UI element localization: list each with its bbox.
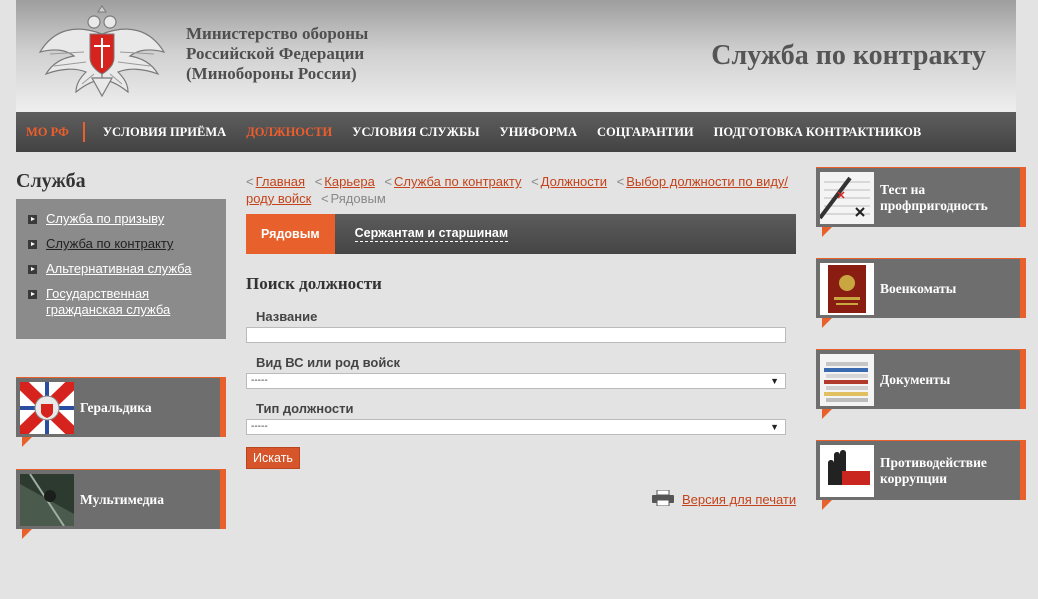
- ministry-line-2: Российской Федерации: [186, 44, 365, 63]
- tab-sergeants[interactable]: Сержантам и старшинам: [335, 214, 509, 254]
- nav-mo-rf[interactable]: МО РФ: [26, 125, 69, 140]
- search-button[interactable]: Искать: [246, 447, 300, 469]
- print-link[interactable]: Версия для печати: [682, 492, 796, 507]
- dropdown-arrow-icon: ▼: [770, 422, 779, 432]
- ministry-name: Министерство обороны Российской Федераци…: [186, 24, 368, 84]
- dropdown-arrow-icon: ▼: [770, 376, 779, 386]
- tile-multimedia-label: Мультимедиа: [80, 491, 164, 507]
- nav-training[interactable]: ПОДГОТОВКА КОНТРАКТНИКОВ: [714, 125, 922, 140]
- sidebar-link-conscription[interactable]: Служба по призыву: [46, 211, 164, 227]
- nav-social-guarantees[interactable]: СОЦГАРАНТИИ: [597, 125, 694, 140]
- tile-documents-label: Документы: [880, 371, 951, 387]
- tile-multimedia[interactable]: Мультимедиа: [16, 469, 226, 539]
- breadcrumb-positions[interactable]: Должности: [541, 174, 607, 189]
- breadcrumb-separator: <: [616, 174, 625, 189]
- type-label: Тип должности: [256, 401, 354, 416]
- tile-tail: [822, 227, 832, 237]
- emblem-icon[interactable]: [36, 4, 168, 98]
- tile-heraldry[interactable]: Геральдика: [16, 377, 226, 447]
- nav-conditions-admission[interactable]: УСЛОВИЯ ПРИЁМА: [103, 125, 226, 140]
- tile-tail: [822, 500, 832, 510]
- breadcrumb-separator: <: [531, 174, 539, 189]
- type-select-value: -----: [251, 421, 268, 432]
- print-version: Версия для печати: [652, 489, 796, 509]
- branch-select[interactable]: ----- ▼: [246, 373, 786, 389]
- sidebar-menu: Служба по призыву Служба по контракту Ал…: [16, 199, 226, 339]
- heraldry-flag-icon: [20, 382, 74, 434]
- tile-anticorruption-label: Противодействие коррупции: [880, 454, 987, 486]
- military-id-icon: [820, 263, 874, 315]
- breadcrumb: < Главная < Карьера < Служба по контракту <…: [246, 173, 796, 207]
- breadcrumb-separator: <: [320, 191, 329, 206]
- sidebar-link-alternative[interactable]: Альтернативная служба: [46, 261, 192, 277]
- rank-tabs: Рядовым Сержантам и старшинам: [246, 214, 796, 254]
- documents-stack-icon: [820, 354, 874, 406]
- ministry-line-1: Министерство обороны: [186, 24, 369, 43]
- sidebar-link-contract[interactable]: Служба по контракту: [46, 236, 173, 252]
- sidebar-item-contract: Служба по контракту: [28, 236, 226, 252]
- multimedia-photo-icon: [20, 474, 74, 526]
- tile-tail: [822, 318, 832, 328]
- branch-select-value: -----: [251, 375, 268, 386]
- arrow-right-icon: [28, 215, 37, 224]
- nav-service-conditions[interactable]: УСЛОВИЯ СЛУЖБЫ: [352, 125, 479, 140]
- sidebar-item-conscription: Служба по призыву: [28, 211, 226, 227]
- sidebar-item-alternative: Альтернативная служба: [28, 261, 226, 277]
- tile-fitness-test-label: Тест на профпригодность: [880, 181, 988, 213]
- sidebar-link-civil-service[interactable]: Государственная гражданская служба: [46, 286, 226, 318]
- breadcrumb-home[interactable]: Главная: [256, 174, 305, 189]
- top-nav: МО РФ УСЛОВИЯ ПРИЁМА ДОЛЖНОСТИ УСЛОВИЯ С…: [16, 112, 1016, 152]
- tile-anticorruption[interactable]: Противодействие коррупции: [816, 440, 1026, 510]
- tile-military-offices-label: Военкоматы: [880, 280, 957, 296]
- breadcrumb-separator: <: [246, 174, 254, 189]
- name-input[interactable]: [246, 327, 786, 343]
- tab-privates[interactable]: Рядовым: [246, 214, 335, 254]
- nav-separator: [82, 122, 85, 142]
- name-label: Название: [256, 309, 318, 324]
- breadcrumb-separator: <: [314, 174, 323, 189]
- site-title: Служба по контракту: [711, 40, 986, 71]
- printer-icon[interactable]: [652, 489, 674, 509]
- arrow-right-icon: [28, 265, 37, 274]
- ministry-line-3: (Минобороны России): [186, 64, 357, 83]
- breadcrumb-career[interactable]: Карьера: [324, 174, 375, 189]
- sidebar-title: Служба: [16, 170, 86, 192]
- form-title: Поиск должности: [246, 274, 382, 293]
- branch-label: Вид ВС или род войск: [256, 355, 401, 370]
- tile-tail: [822, 409, 832, 419]
- stop-corruption-icon: [820, 445, 874, 497]
- tile-tail: [22, 437, 32, 447]
- nav-uniform[interactable]: УНИФОРМА: [500, 125, 577, 140]
- sidebar-item-civil-service: Государственная гражданская служба: [28, 286, 226, 318]
- tab-sergeants-label: Сержантам и старшинам: [354, 226, 509, 242]
- tile-heraldry-label: Геральдика: [80, 399, 152, 415]
- tile-military-offices[interactable]: Военкоматы: [816, 258, 1026, 328]
- arrow-right-icon: [28, 290, 37, 299]
- tile-documents[interactable]: Документы: [816, 349, 1026, 419]
- breadcrumb-separator: <: [384, 174, 393, 189]
- tile-tail: [22, 529, 32, 539]
- tile-fitness-test[interactable]: Тест на профпригодность: [816, 167, 1026, 237]
- breadcrumb-current: Рядовым: [330, 191, 386, 206]
- type-select[interactable]: ----- ▼: [246, 419, 786, 435]
- arrow-right-icon: [28, 240, 37, 249]
- nav-positions[interactable]: ДОЛЖНОСТИ: [246, 125, 332, 140]
- breadcrumb-contract[interactable]: Служба по контракту: [394, 174, 521, 189]
- site-header: Министерство обороны Российской Федераци…: [16, 0, 1016, 112]
- test-form-icon: [820, 172, 874, 224]
